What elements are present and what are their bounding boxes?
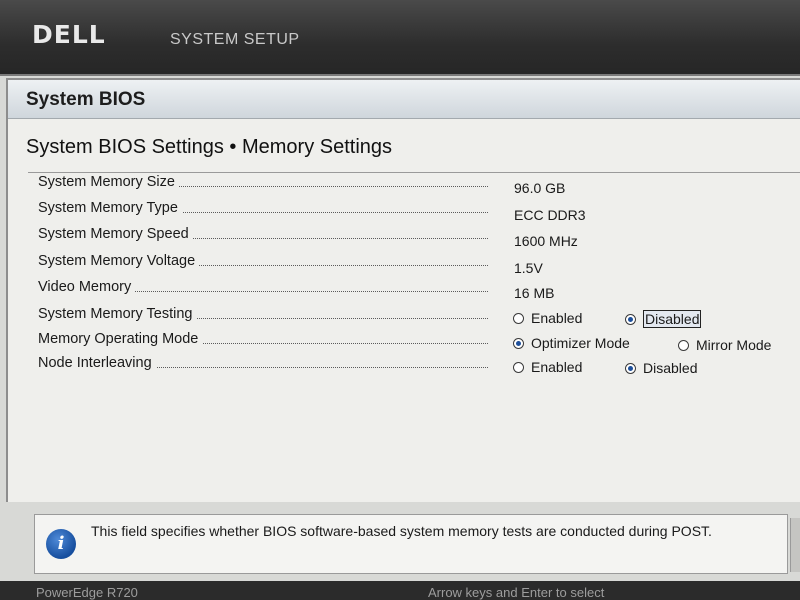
setting-row-memory-type[interactable]: System Memory Type ECC DDR3 — [38, 198, 800, 223]
option-label: Optimizer Mode — [531, 335, 630, 351]
help-text: This field specifies whether BIOS softwa… — [91, 523, 712, 539]
setting-label: System Memory Type — [38, 200, 182, 216]
panel-header: System BIOS — [8, 80, 800, 119]
bios-screen: DELL SYSTEM SETUP System BIOS System BIO… — [0, 0, 800, 600]
help-scrollbar[interactable] — [790, 518, 800, 572]
setting-label: System Memory Voltage — [38, 253, 200, 269]
setting-label: System Memory Speed — [38, 226, 193, 242]
option-label-focused: Disabled — [643, 310, 702, 328]
info-icon: i — [46, 529, 76, 559]
panel-title: System BIOS — [26, 89, 146, 110]
setting-value: 1600 MHz — [514, 233, 578, 249]
setting-row-memory-size[interactable]: System Memory Size 96.0 GB — [38, 172, 800, 196]
setting-row-memory-testing[interactable]: System Memory Testing Enabled Disabled — [38, 304, 800, 328]
radio-node-interleaving-disabled[interactable]: Disabled — [625, 360, 697, 376]
radio-checked-icon — [513, 337, 524, 349]
setting-value: ECC DDR3 — [514, 207, 586, 223]
setting-row-node-interleaving[interactable]: Node Interleaving Enabled Disabled — [38, 353, 800, 377]
option-label: Enabled — [531, 310, 583, 326]
setting-label: Memory Operating Mode — [38, 331, 203, 347]
option-label: Mirror Mode — [696, 337, 772, 353]
radio-checked-icon — [625, 362, 636, 374]
setting-row-video-memory[interactable]: Video Memory 16 MB — [38, 277, 800, 301]
setting-row-memory-speed[interactable]: System Memory Speed 1600 MHz — [38, 224, 800, 249]
setting-value: 96.0 GB — [514, 180, 566, 196]
breadcrumb: System BIOS Settings • Memory Settings — [26, 136, 393, 158]
radio-checked-icon — [625, 313, 636, 325]
radio-mirror-mode[interactable]: Mirror Mode — [678, 337, 771, 353]
radio-memory-testing-enabled[interactable]: Enabled — [513, 310, 582, 326]
setting-row-memory-operating-mode[interactable]: Memory Operating Mode Optimizer Mode Mir… — [38, 329, 800, 353]
navigation-hint: Arrow keys and Enter to select — [428, 585, 605, 600]
setting-value: 16 MB — [514, 285, 555, 301]
setting-label: System Memory Size — [38, 174, 179, 190]
radio-memory-testing-disabled[interactable]: Disabled — [625, 310, 702, 328]
system-model: PowerEdge R720 — [36, 585, 138, 600]
setting-row-memory-voltage[interactable]: System Memory Voltage 1.5V — [38, 251, 800, 276]
app-title: SYSTEM SETUP — [170, 31, 300, 48]
option-label: Enabled — [531, 359, 583, 375]
radio-unchecked-icon — [513, 312, 524, 324]
setting-label: Node Interleaving — [38, 355, 156, 371]
radio-unchecked-icon — [678, 339, 689, 351]
setting-label: System Memory Testing — [38, 306, 197, 322]
help-box: i This field specifies whether BIOS soft… — [34, 514, 788, 574]
dell-logo: DELL — [32, 20, 106, 49]
radio-optimizer-mode[interactable]: Optimizer Mode — [513, 335, 630, 351]
top-bar: DELL SYSTEM SETUP — [0, 0, 800, 76]
setting-value: 1.5V — [514, 260, 543, 276]
option-label: Disabled — [643, 360, 698, 376]
setting-label: Video Memory — [38, 279, 136, 295]
radio-unchecked-icon — [513, 361, 524, 373]
footer-bar: PowerEdge R720 Arrow keys and Enter to s… — [0, 581, 800, 600]
radio-node-interleaving-enabled[interactable]: Enabled — [513, 359, 582, 375]
